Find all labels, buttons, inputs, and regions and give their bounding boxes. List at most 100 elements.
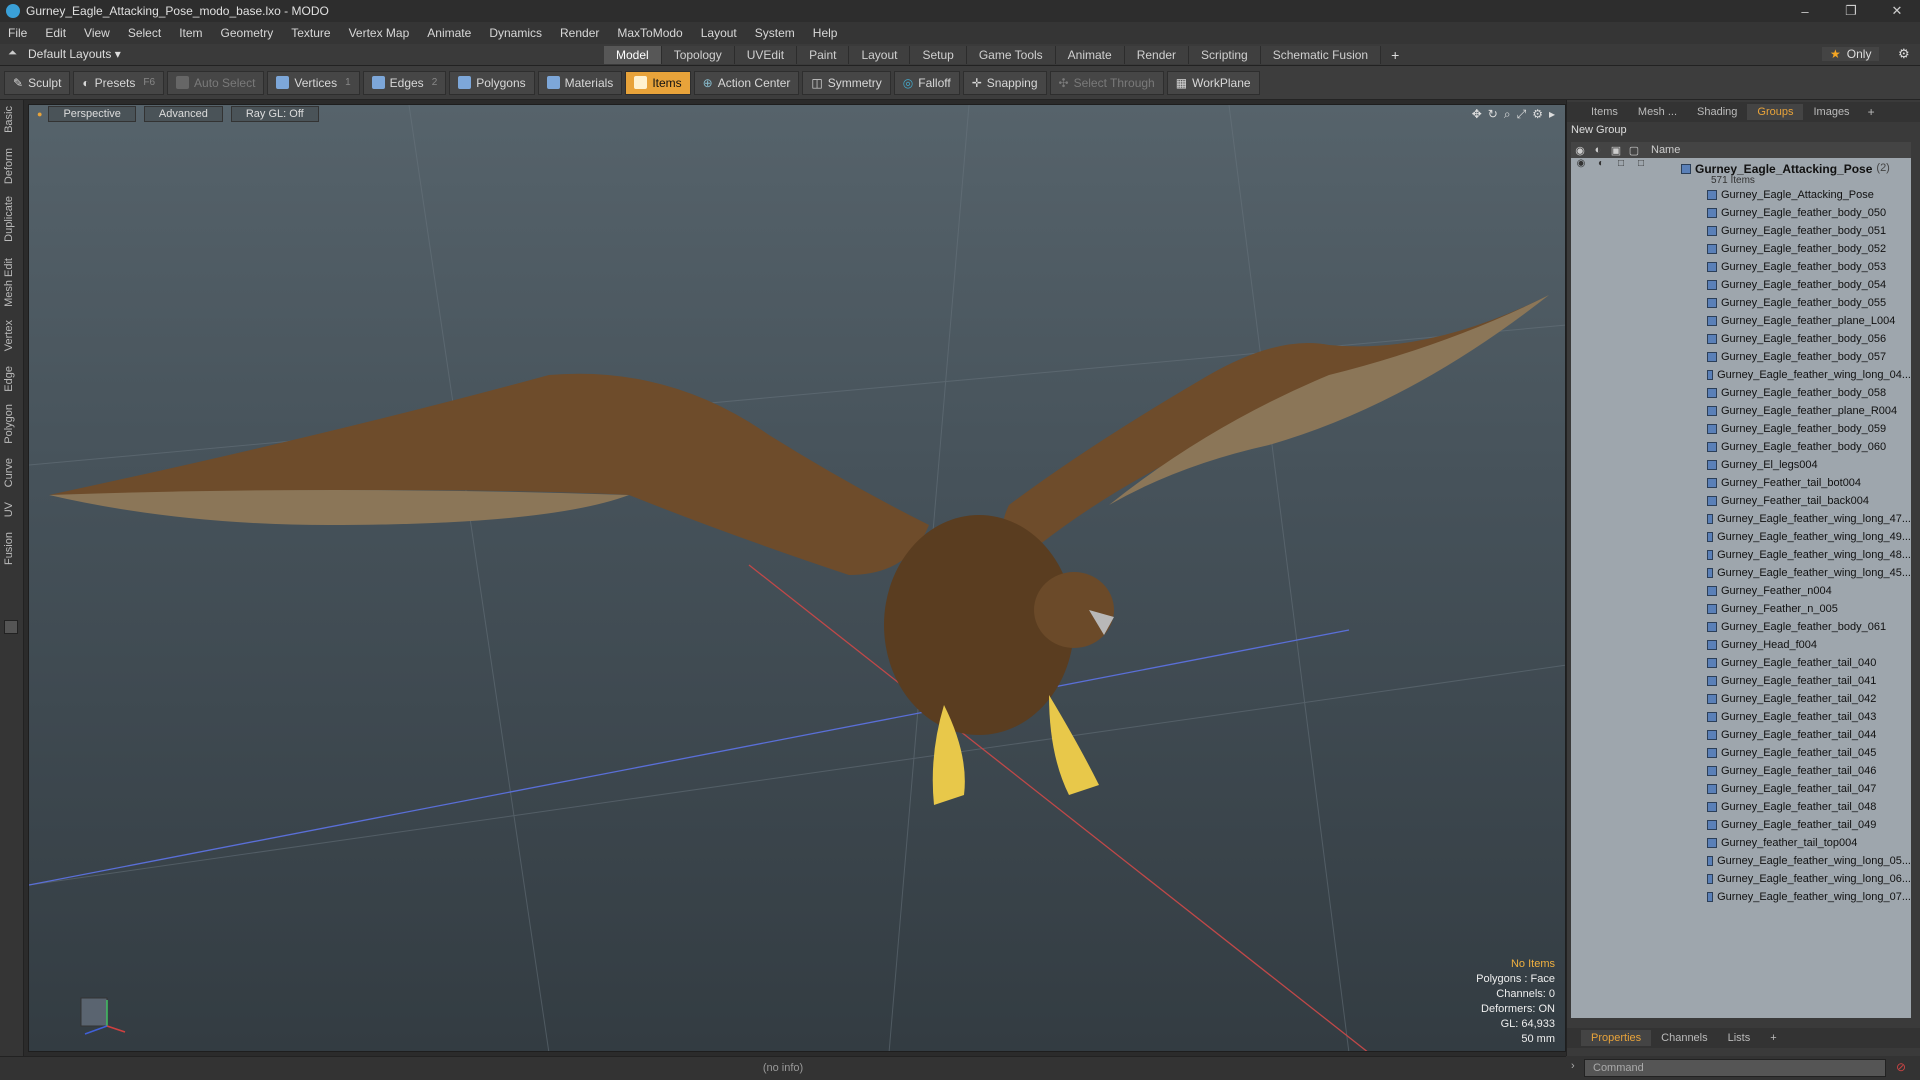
vtab-vertex[interactable]: Vertex (3, 320, 15, 351)
list-item[interactable]: Gurney_Eagle_feather_body_055 (1571, 294, 1911, 312)
list-item[interactable]: Gurney_Eagle_feather_body_057 (1571, 348, 1911, 366)
vtab-curve[interactable]: Curve (3, 458, 15, 487)
eagle-model[interactable] (49, 295, 1549, 805)
list-item[interactable]: Gurney_Eagle_feather_body_061 (1571, 618, 1911, 636)
vertices-button[interactable]: Vertices 1 (267, 70, 360, 95)
new-group-button[interactable]: New Group (1571, 124, 1627, 136)
tab-properties[interactable]: Properties (1581, 1030, 1652, 1046)
menu-render[interactable]: Render (560, 26, 599, 40)
list-item[interactable]: Gurney_Feather_tail_bot004 (1571, 474, 1911, 492)
add-tab-icon[interactable]: + (1381, 46, 1409, 64)
vtab-uv[interactable]: UV (3, 502, 15, 517)
presets-button[interactable]: ◐ Presets F6 (73, 70, 165, 95)
raygl-button[interactable]: Ray GL: Off (230, 106, 319, 122)
list-item[interactable]: Gurney_Eagle_feather_wing_long_07... (1571, 888, 1911, 906)
list-item[interactable]: Gurney_Eagle_feather_wing_long_04... (1571, 366, 1911, 384)
list-item[interactable]: Gurney_Eagle_feather_body_053 (1571, 258, 1911, 276)
vtab-basic[interactable]: Basic (3, 106, 15, 133)
select-icon[interactable]: ▢ (1625, 144, 1643, 157)
list-item[interactable]: Gurney_Eagle_feather_plane_R004 (1571, 402, 1911, 420)
close-button[interactable]: ✕ (1874, 3, 1920, 19)
gear-icon[interactable]: ⚙ (1898, 46, 1910, 62)
list-item[interactable]: Gurney_Eagle_feather_wing_long_45... (1571, 564, 1911, 582)
list-item[interactable]: Gurney_Eagle_feather_tail_040 (1571, 654, 1911, 672)
zoom-icon[interactable]: ⌕ (1504, 107, 1511, 122)
vtab-polygon[interactable]: Polygon (3, 404, 15, 444)
workplane-button[interactable]: ▦ WorkPlane (1166, 70, 1260, 95)
menu-animate[interactable]: Animate (427, 26, 471, 40)
falloff-button[interactable]: ◎ Falloff (893, 70, 960, 95)
layout-toggle-icon[interactable]: ⏶ (8, 47, 17, 60)
layout-selector[interactable]: Default Layouts ▾ (28, 47, 121, 61)
pan-icon[interactable]: ✥ (1472, 107, 1482, 122)
shading-mode-button[interactable]: Advanced (143, 106, 223, 122)
menu-texture[interactable]: Texture (291, 26, 330, 40)
list-item[interactable]: Gurney_Eagle_feather_wing_long_48... (1571, 546, 1911, 564)
tab-animate[interactable]: Animate (1055, 46, 1125, 64)
select-icon[interactable]: □ (1631, 158, 1651, 186)
materials-button[interactable]: Materials (537, 70, 623, 95)
list-item[interactable]: Gurney_Eagle_feather_body_050 (1571, 204, 1911, 222)
menu-item[interactable]: Item (179, 26, 202, 40)
add-tab-icon[interactable]: + (1860, 105, 1883, 119)
list-item[interactable]: Gurney_Eagle_Attacking_Pose (1571, 186, 1911, 204)
vtab-duplicate[interactable]: Duplicate (3, 196, 15, 242)
menu-select[interactable]: Select (128, 26, 161, 40)
eye-icon[interactable]: ◉ (1571, 144, 1589, 157)
name-column-header[interactable]: Name (1651, 144, 1680, 156)
fit-icon[interactable]: ⤢ (1517, 107, 1527, 122)
tab-schematic-fusion[interactable]: Schematic Fusion (1260, 46, 1382, 64)
list-item[interactable]: Gurney_Eagle_feather_tail_047 (1571, 780, 1911, 798)
vtab-deform[interactable]: Deform (3, 148, 15, 184)
list-item[interactable]: Gurney_Eagle_feather_tail_045 (1571, 744, 1911, 762)
list-item[interactable]: Gurney_Eagle_feather_tail_041 (1571, 672, 1911, 690)
sculpt-button[interactable]: ✎ Sculpt (4, 70, 71, 95)
menu-layout[interactable]: Layout (701, 26, 737, 40)
list-item[interactable]: Gurney_Eagle_feather_tail_042 (1571, 690, 1911, 708)
group-row[interactable]: ◉ ◐ □ □ Gurney_Eagle_Attacking_Pose (2) 571… (1571, 158, 1911, 186)
list-item[interactable]: Gurney_Eagle_feather_tail_048 (1571, 798, 1911, 816)
menu-help[interactable]: Help (813, 26, 838, 40)
groups-list[interactable]: ◉ ◐ □ □ Gurney_Eagle_Attacking_Pose (2) 571… (1571, 158, 1911, 1018)
items-button[interactable]: Items (625, 70, 691, 95)
panel-toggle-icon[interactable] (4, 620, 18, 634)
list-item[interactable]: Gurney_Eagle_feather_wing_long_47... (1571, 510, 1911, 528)
lock-icon[interactable]: ▣ (1607, 144, 1625, 157)
maximize-button[interactable]: ❐ (1828, 3, 1874, 19)
polygons-button[interactable]: Polygons (449, 70, 535, 95)
group-visibility-toggles[interactable]: ◉ ◐ □ □ (1571, 158, 1661, 186)
menu-geometry[interactable]: Geometry (221, 26, 274, 40)
render-icon[interactable]: ◐ (1589, 144, 1607, 156)
add-tab-icon[interactable]: + (1760, 1030, 1786, 1046)
menu-file[interactable]: File (8, 26, 27, 40)
list-item[interactable]: Gurney_Eagle_feather_plane_L004 (1571, 312, 1911, 330)
list-item[interactable]: Gurney_Feather_n004 (1571, 582, 1911, 600)
tab-groups[interactable]: Groups (1747, 104, 1804, 120)
tab-items[interactable]: Items (1581, 104, 1628, 120)
rotate-icon[interactable]: ↻ (1488, 107, 1498, 122)
eye-icon[interactable]: ◉ (1571, 158, 1591, 186)
tab-setup[interactable]: Setup (910, 46, 967, 64)
tab-paint[interactable]: Paint (797, 46, 850, 64)
select-through-button[interactable]: ✣ Select Through (1049, 70, 1164, 95)
viewport-settings-icon[interactable]: ⚙ (1532, 107, 1543, 122)
list-item[interactable]: Gurney_Eagle_feather_tail_049 (1571, 816, 1911, 834)
edges-button[interactable]: Edges 2 (362, 70, 447, 95)
menu-vertex-map[interactable]: Vertex Map (349, 26, 410, 40)
tab-model[interactable]: Model (604, 46, 662, 64)
menu-maxtomodo[interactable]: MaxToModo (617, 26, 682, 40)
viewport-menu-icon[interactable]: ● (37, 109, 42, 119)
list-item[interactable]: Gurney_Eagle_feather_body_058 (1571, 384, 1911, 402)
list-item[interactable]: Gurney_Eagle_feather_body_054 (1571, 276, 1911, 294)
list-item[interactable]: Gurney_Eagle_feather_tail_046 (1571, 762, 1911, 780)
list-item[interactable]: Gurney_Eagle_feather_wing_long_49... (1571, 528, 1911, 546)
snapping-button[interactable]: ✛ Snapping (962, 70, 1047, 95)
auto-select-button[interactable]: Auto Select (167, 70, 265, 95)
vtab-mesh-edit[interactable]: Mesh Edit (3, 258, 15, 307)
list-item[interactable]: Gurney_Eagle_feather_tail_044 (1571, 726, 1911, 744)
tab-shading[interactable]: Shading (1687, 104, 1747, 120)
lock-icon[interactable]: □ (1611, 158, 1631, 186)
stop-icon[interactable]: ⊘ (1896, 1060, 1906, 1074)
tab-layout[interactable]: Layout (849, 46, 911, 64)
vtab-fusion[interactable]: Fusion (3, 532, 15, 565)
